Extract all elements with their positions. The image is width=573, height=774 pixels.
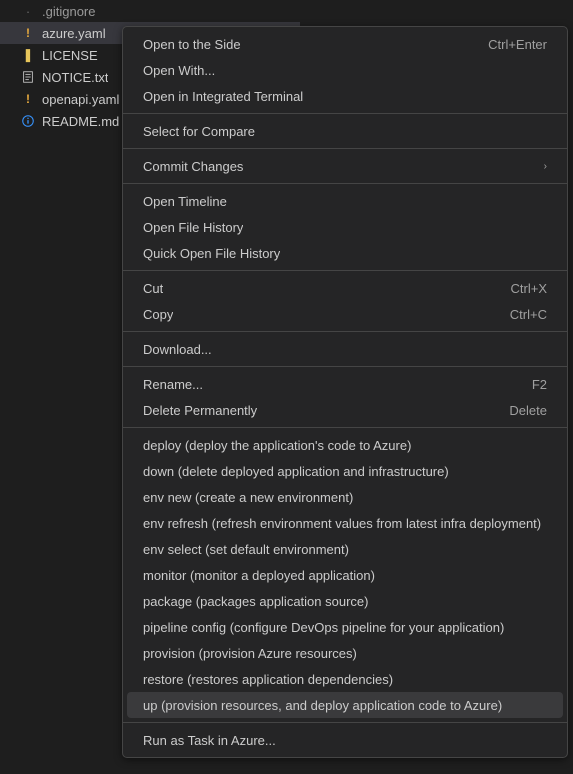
menu-item-down[interactable]: down (delete deployed application and in… (123, 458, 567, 484)
file-label: .gitignore (42, 4, 95, 19)
menu-item-label: deploy (deploy the application's code to… (143, 438, 411, 453)
menu-item-open[interactable]: Open in Integrated Terminal (123, 83, 567, 109)
file-label: LICENSE (42, 48, 98, 63)
chevron-right-icon: › (544, 161, 547, 172)
menu-item-monitor[interactable]: monitor (monitor a deployed application) (123, 562, 567, 588)
text-icon (20, 69, 36, 85)
menu-item-open[interactable]: Open File History (123, 214, 567, 240)
menu-item-label: Cut (143, 281, 163, 296)
menu-separator (123, 331, 567, 332)
menu-item-commit[interactable]: Commit Changes › (123, 153, 567, 179)
menu-item-label: env new (create a new environment) (143, 490, 353, 505)
yaml-icon: ! (20, 91, 36, 107)
info-icon (20, 113, 36, 129)
menu-item-label: up (provision resources, and deploy appl… (143, 698, 502, 713)
menu-item-copy[interactable]: Copy Ctrl+C (123, 301, 567, 327)
menu-item-rename[interactable]: Rename... F2 (123, 371, 567, 397)
menu-item-env[interactable]: env new (create a new environment) (123, 484, 567, 510)
file-item--gitignore[interactable]: · .gitignore (0, 0, 300, 22)
menu-item-delete[interactable]: Delete Permanently Delete (123, 397, 567, 423)
menu-shortcut: Ctrl+X (511, 281, 547, 296)
menu-item-label: provision (provision Azure resources) (143, 646, 357, 661)
menu-item-open[interactable]: Open to the Side Ctrl+Enter (123, 31, 567, 57)
file-label: azure.yaml (42, 26, 106, 41)
menu-separator (123, 183, 567, 184)
menu-item-restore[interactable]: restore (restores application dependenci… (123, 666, 567, 692)
menu-item-label: monitor (monitor a deployed application) (143, 568, 375, 583)
menu-item-up[interactable]: up (provision resources, and deploy appl… (127, 692, 563, 718)
context-menu: Open to the Side Ctrl+Enter Open With... Op… (122, 26, 568, 758)
menu-item-run[interactable]: Run as Task in Azure... (123, 727, 567, 753)
menu-item-label: env refresh (refresh environment values … (143, 516, 541, 531)
menu-item-package[interactable]: package (packages application source) (123, 588, 567, 614)
menu-item-label: pipeline config (configure DevOps pipeli… (143, 620, 504, 635)
menu-shortcut: F2 (532, 377, 547, 392)
menu-item-deploy[interactable]: deploy (deploy the application's code to… (123, 432, 567, 458)
file-label: openapi.yaml (42, 92, 119, 107)
menu-item-label: Copy (143, 307, 173, 322)
menu-item-open[interactable]: Open Timeline (123, 188, 567, 214)
menu-item-select[interactable]: Select for Compare (123, 118, 567, 144)
menu-item-label: Open File History (143, 220, 243, 235)
license-icon: ❚ (20, 47, 36, 63)
menu-item-label: Open With... (143, 63, 215, 78)
menu-separator (123, 148, 567, 149)
menu-item-label: Open Timeline (143, 194, 227, 209)
menu-item-env[interactable]: env refresh (refresh environment values … (123, 510, 567, 536)
menu-shortcut: Ctrl+C (510, 307, 547, 322)
menu-separator (123, 427, 567, 428)
menu-item-label: Commit Changes (143, 159, 243, 174)
menu-item-label: Open to the Side (143, 37, 241, 52)
menu-item-download[interactable]: Download... (123, 336, 567, 362)
menu-item-label: Rename... (143, 377, 203, 392)
menu-separator (123, 270, 567, 271)
menu-item-pipeline[interactable]: pipeline config (configure DevOps pipeli… (123, 614, 567, 640)
menu-item-label: Run as Task in Azure... (143, 733, 276, 748)
gitignore-icon: · (20, 3, 36, 19)
menu-item-label: restore (restores application dependenci… (143, 672, 393, 687)
menu-item-label: env select (set default environment) (143, 542, 349, 557)
menu-item-label: Quick Open File History (143, 246, 280, 261)
menu-shortcut: Ctrl+Enter (488, 37, 547, 52)
menu-item-label: package (packages application source) (143, 594, 368, 609)
menu-item-label: down (delete deployed application and in… (143, 464, 449, 479)
menu-item-label: Delete Permanently (143, 403, 257, 418)
file-label: NOTICE.txt (42, 70, 108, 85)
menu-item-quick[interactable]: Quick Open File History (123, 240, 567, 266)
menu-item-label: Open in Integrated Terminal (143, 89, 303, 104)
menu-separator (123, 366, 567, 367)
menu-item-open[interactable]: Open With... (123, 57, 567, 83)
menu-separator (123, 113, 567, 114)
menu-item-label: Download... (143, 342, 212, 357)
menu-item-env[interactable]: env select (set default environment) (123, 536, 567, 562)
menu-shortcut: Delete (509, 403, 547, 418)
menu-separator (123, 722, 567, 723)
menu-item-label: Select for Compare (143, 124, 255, 139)
menu-item-provision[interactable]: provision (provision Azure resources) (123, 640, 567, 666)
yaml-icon: ! (20, 25, 36, 41)
menu-item-cut[interactable]: Cut Ctrl+X (123, 275, 567, 301)
file-label: README.md (42, 114, 119, 129)
